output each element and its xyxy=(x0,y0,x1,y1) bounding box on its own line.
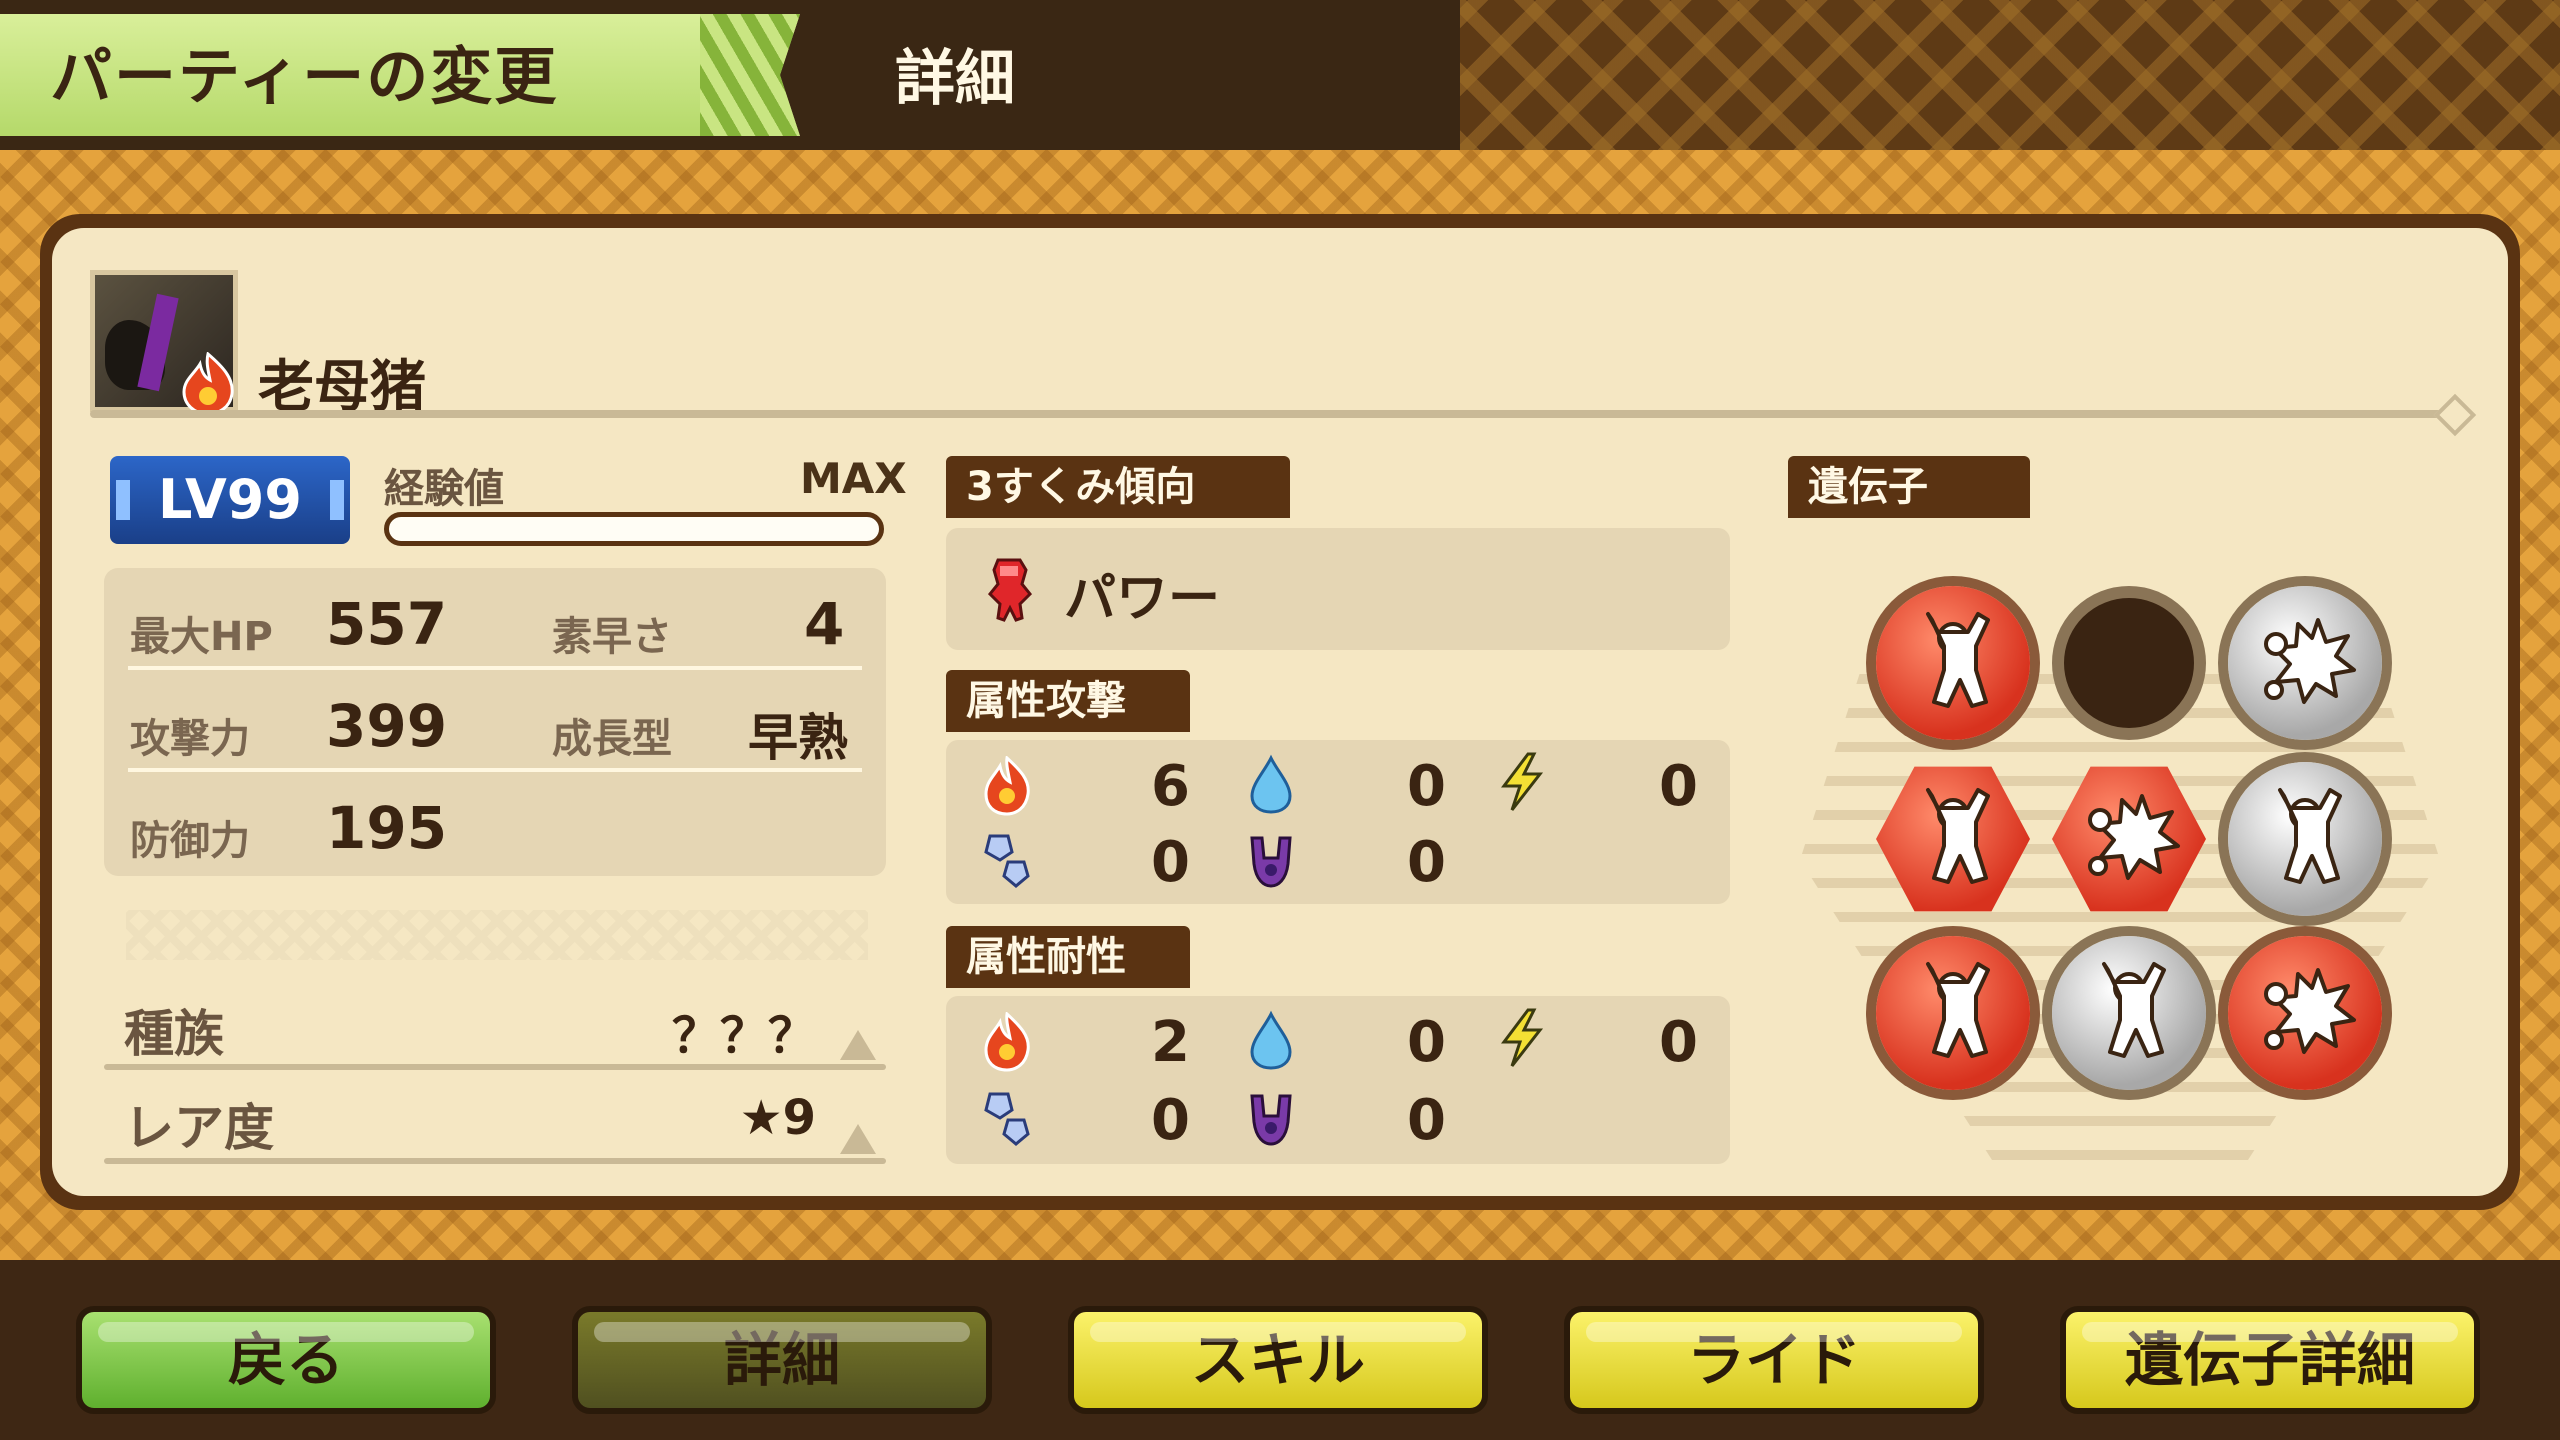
rarity-underline xyxy=(104,1158,886,1164)
resist-fire-value: 2 xyxy=(1151,1010,1190,1075)
defense-label: 防御力 xyxy=(130,818,250,864)
decorative-divider xyxy=(126,910,868,960)
attribute-resist-label: 属性耐性 xyxy=(946,926,1190,988)
rarity-ornament xyxy=(840,1124,876,1154)
resist-thunder-value: 0 xyxy=(1659,1010,1698,1075)
resist-water-value: 0 xyxy=(1407,1010,1446,1075)
resist-ice-value: 0 xyxy=(1151,1088,1190,1153)
name-underline xyxy=(90,410,2470,418)
species-row: 種族 ？？？ xyxy=(104,984,886,1070)
genes-section-label: 遺伝子 xyxy=(1788,456,2030,518)
speed-value: 4 xyxy=(804,590,845,658)
fire-icon xyxy=(182,352,234,416)
attack-fire-value: 6 xyxy=(1151,754,1190,819)
attack-value: 399 xyxy=(326,692,448,760)
gene-slot-empty[interactable] xyxy=(2052,586,2206,740)
attack-label: 攻撃力 xyxy=(130,716,250,762)
back-button[interactable]: 戻る xyxy=(76,1306,496,1414)
gene-slot-silver-power[interactable] xyxy=(2228,762,2382,916)
exp-bar xyxy=(384,512,884,546)
stat-row-defense: 防御力 195 xyxy=(104,772,886,874)
species-ornament xyxy=(840,1030,876,1060)
attack-ice-value: 0 xyxy=(1151,830,1190,895)
species-underline xyxy=(104,1064,886,1070)
stat-row-hp: 最大HP 557 素早さ 4 xyxy=(104,568,886,670)
rarity-label: レア度 xyxy=(124,1099,274,1157)
page-title: パーティーの変更 xyxy=(50,40,559,113)
attack-thunder-value: 0 xyxy=(1659,754,1698,819)
page-subtitle: 詳細 xyxy=(895,44,1015,114)
max-hp-value: 557 xyxy=(326,590,448,658)
detail-tab-button[interactable]: 詳細 xyxy=(572,1306,992,1414)
attribute-resist-box xyxy=(946,996,1730,1164)
header-pattern xyxy=(1460,0,2560,150)
tendency-section-label: 3すくみ傾向 xyxy=(946,456,1290,518)
growth-value: 早熟 xyxy=(748,709,848,767)
water-icon xyxy=(1250,754,1292,814)
exp-status: MAX xyxy=(800,454,907,503)
gene-slot-red-power[interactable] xyxy=(1876,936,2030,1090)
ride-tab-button[interactable]: ライド xyxy=(1564,1306,1984,1414)
power-fist-icon xyxy=(987,558,1033,622)
gene-slot-red-power[interactable] xyxy=(1876,586,2030,740)
gene-slot-red-burst[interactable] xyxy=(2228,936,2382,1090)
water-icon xyxy=(1250,1010,1292,1070)
thunder-icon xyxy=(1501,1008,1544,1067)
thunder-icon xyxy=(1501,752,1544,811)
dragon-icon xyxy=(1250,836,1292,888)
ice-icon xyxy=(984,834,1030,888)
gene-slot-silver-burst[interactable] xyxy=(2228,586,2382,740)
exp-label: 経験値 xyxy=(384,466,504,512)
attribute-attack-box xyxy=(946,740,1730,904)
resist-dragon-value: 0 xyxy=(1407,1088,1446,1153)
ice-icon xyxy=(984,1092,1030,1146)
gene-slot-silver-power[interactable] xyxy=(2052,936,2206,1090)
skill-tab-button[interactable]: スキル xyxy=(1068,1306,1488,1414)
tendency-value: パワー xyxy=(1064,569,1221,629)
dragon-icon xyxy=(1250,1094,1292,1146)
rarity-row: レア度 ★9 xyxy=(104,1078,886,1164)
species-label: 種族 xyxy=(124,1005,224,1063)
stats-box: 最大HP 557 素早さ 4 攻撃力 399 成長型 早熟 防御力 195 xyxy=(104,568,886,876)
attack-water-value: 0 xyxy=(1407,754,1446,819)
stat-row-attack: 攻撃力 399 成長型 早熟 xyxy=(104,670,886,772)
rarity-value: ★9 xyxy=(739,1090,816,1146)
fire-icon xyxy=(984,1012,1030,1072)
fire-icon xyxy=(984,756,1030,816)
species-value: ？？？ xyxy=(671,1008,816,1064)
defense-value: 195 xyxy=(326,794,448,862)
level-badge: LV99 xyxy=(110,456,350,544)
max-hp-label: 最大HP xyxy=(130,614,273,660)
attribute-attack-label: 属性攻撃 xyxy=(946,670,1190,732)
growth-label: 成長型 xyxy=(552,716,672,762)
gene-detail-button[interactable]: 遺伝子詳細 xyxy=(2060,1306,2480,1414)
speed-label: 素早さ xyxy=(552,614,672,660)
attack-dragon-value: 0 xyxy=(1407,830,1446,895)
